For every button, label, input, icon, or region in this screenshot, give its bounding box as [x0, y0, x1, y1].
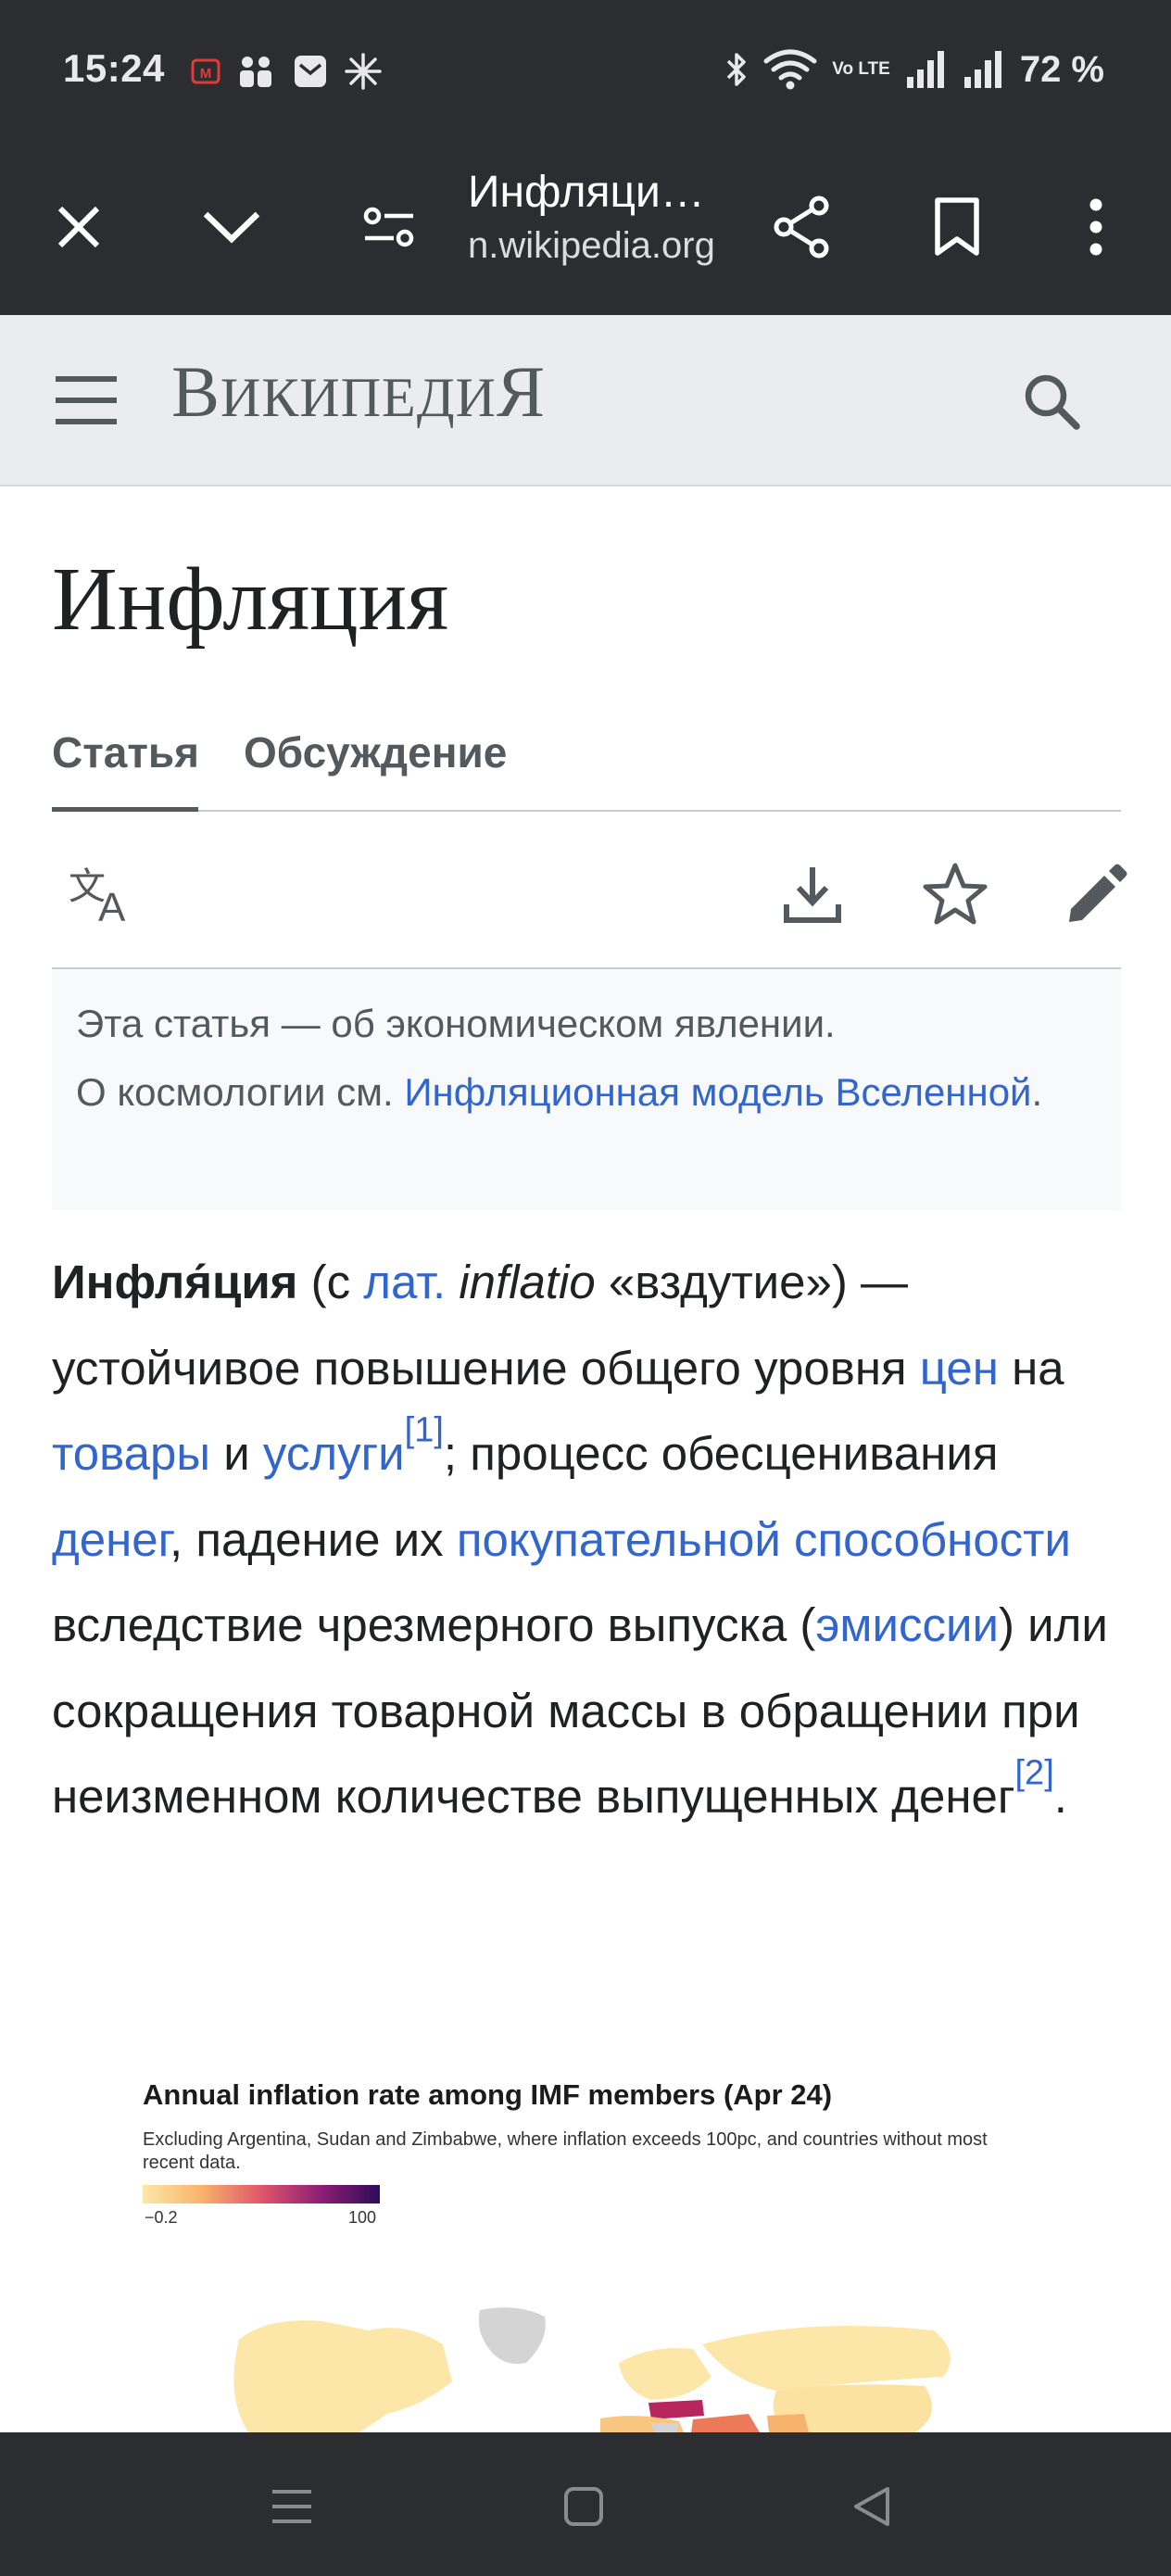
page-actions: 文 A — [52, 814, 1127, 969]
lead-text: и — [210, 1427, 263, 1480]
notification-app-icon: M — [191, 58, 220, 84]
collapse-toolbar-button[interactable] — [185, 181, 278, 273]
hatnote-line: О космологии см. Инфляционная модель Все… — [76, 1058, 1097, 1127]
main-menu-button[interactable] — [44, 363, 128, 437]
reference-1[interactable]: [1] — [405, 1411, 444, 1450]
tune-icon — [363, 207, 414, 247]
edit-button[interactable] — [1055, 852, 1139, 936]
lead-text: (с — [297, 1256, 364, 1308]
link-money[interactable]: денег — [52, 1513, 170, 1566]
lead-paragraph: Инфля́ция (с лат. inflatio «вздутие») — … — [52, 1240, 1136, 1840]
share-button[interactable] — [755, 181, 848, 273]
mail-app-icon — [295, 56, 326, 87]
sparkle-app-icon — [345, 53, 382, 90]
bluetooth-icon — [726, 53, 746, 86]
search-button[interactable] — [1010, 360, 1093, 443]
recents-button[interactable] — [250, 2469, 334, 2544]
url-host: n.wikipedia.org — [468, 225, 715, 266]
link-emission[interactable]: эмиссии — [815, 1598, 999, 1651]
hatnote-line: Эта статья — об экономическом явлении. — [76, 1002, 836, 1045]
signal-icon — [963, 51, 1001, 88]
signal-icon — [906, 51, 944, 88]
inflation-map-figure[interactable]: Annual inflation rate among IMF members … — [137, 2071, 1045, 2432]
lead-text: ; процесс обесценивания — [443, 1427, 999, 1480]
svg-text:M: M — [200, 66, 212, 82]
lead-text: . — [1053, 1770, 1067, 1823]
hamburger-menu-icon — [56, 376, 117, 424]
download-button[interactable] — [771, 852, 854, 936]
link-purchasing-power[interactable]: покупательной способности — [457, 1513, 1071, 1566]
system-navigation-bar — [0, 2432, 1171, 2576]
download-icon — [784, 867, 841, 923]
lead-text: , падение их — [170, 1512, 457, 1566]
watch-button[interactable] — [913, 852, 997, 936]
hatnote-suffix: . — [1031, 1070, 1043, 1114]
link-inflation-cosmology[interactable]: Инфляционная модель Вселенной — [404, 1070, 1031, 1114]
svg-text:A: A — [98, 885, 126, 925]
close-tab-button[interactable] — [32, 181, 125, 273]
link-latin[interactable]: лат. — [363, 1256, 446, 1308]
chevron-down-icon — [203, 211, 260, 244]
language-button[interactable]: 文 A — [59, 852, 143, 936]
lead-text — [446, 1256, 459, 1308]
bookmark-icon — [935, 197, 979, 256]
lead-text: на — [998, 1341, 1064, 1395]
volte-label: Vo LTE — [832, 59, 890, 79]
article-tabs: Статья Обсуждение — [52, 723, 1121, 812]
site-settings-button[interactable] — [343, 181, 435, 273]
translate-icon: 文 A — [69, 865, 126, 925]
link-prices[interactable]: цен — [920, 1342, 999, 1395]
status-time: 15:24 — [63, 46, 165, 90]
back-icon — [854, 2487, 889, 2526]
hatnote-prefix: О космологии см. — [76, 1070, 405, 1114]
lead-text: вследствие чрезмерного выпуска ( — [52, 1598, 816, 1651]
more-vertical-icon — [1089, 198, 1102, 256]
world-map — [233, 2307, 951, 2432]
recents-icon — [272, 2490, 311, 2523]
star-icon — [923, 863, 988, 925]
wiki-header: ВИКИПЕДИЯ — [0, 315, 1171, 486]
page-title: Инфляция — [52, 549, 449, 650]
close-icon — [57, 206, 100, 248]
reference-2[interactable]: [2] — [1015, 1754, 1054, 1793]
pencil-icon — [1069, 864, 1127, 922]
hatnote: Эта статья — об экономическом явлении. О… — [52, 969, 1121, 1210]
tab-article[interactable]: Статья — [52, 723, 199, 812]
home-button[interactable] — [542, 2469, 625, 2544]
page-tab-title: Инфляци… — [468, 168, 705, 217]
lead-term: Инфля́ция — [52, 1256, 298, 1308]
status-bar: 15:24 M Vo LTE 72 % — [0, 0, 1171, 139]
url-bar[interactable]: Инфляци… n.wikipedia.org — [468, 167, 746, 267]
link-services[interactable]: услуги — [263, 1427, 405, 1480]
volte-icon: Vo LTE — [832, 60, 890, 79]
back-button[interactable] — [829, 2469, 913, 2544]
battery-level: 72 % — [1019, 48, 1104, 90]
tab-talk[interactable]: Обсуждение — [244, 723, 507, 812]
browser-toolbar: Инфляци… n.wikipedia.org — [0, 139, 1171, 315]
status-system-icons: Vo LTE 72 % — [724, 44, 1104, 95]
search-icon — [1025, 374, 1080, 430]
figure-title: Annual inflation rate among IMF members … — [143, 2078, 833, 2111]
wifi-icon — [763, 49, 817, 90]
home-icon — [564, 2487, 603, 2526]
wikipedia-wordmark[interactable]: ВИКИПЕДИЯ — [171, 350, 546, 434]
link-goods[interactable]: товары — [52, 1427, 210, 1480]
latin-word: inflatio — [459, 1256, 596, 1308]
figure-subtitle: Excluding Argentina, Sudan and Zimbabwe,… — [143, 2129, 988, 2173]
status-notification-icons: M — [190, 51, 383, 92]
people-app-icon — [240, 57, 271, 87]
share-icon — [774, 196, 829, 259]
more-options-button[interactable] — [1050, 181, 1142, 273]
bookmark-button[interactable] — [911, 181, 1003, 273]
